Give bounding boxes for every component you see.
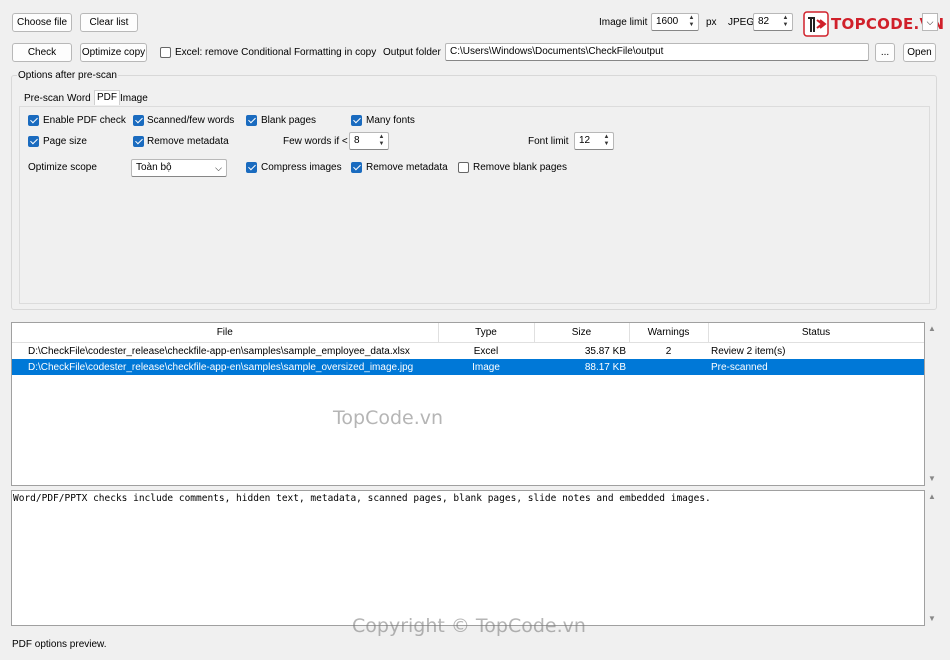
remove-metadata-optimize-checkbox[interactable] xyxy=(351,162,362,173)
details-textarea[interactable]: Word/PDF/PPTX checks include comments, h… xyxy=(11,490,925,626)
status-bar-text: PDF options preview. xyxy=(12,639,107,650)
blank-pages-label: Blank pages xyxy=(261,115,317,126)
details-scrollbar[interactable]: ▲ ▼ xyxy=(925,490,939,626)
enable-pdf-check-checkbox[interactable] xyxy=(28,115,39,126)
type-cell: Image xyxy=(438,359,534,375)
column-header-type[interactable]: Type xyxy=(438,323,535,343)
remove-metadata-checkbox[interactable] xyxy=(133,136,144,147)
scanned-few-words-checkbox[interactable] xyxy=(133,115,144,126)
column-header-size[interactable]: Size xyxy=(534,323,630,343)
remove-metadata-optimize-label: Remove metadata xyxy=(366,162,448,173)
few-words-spin-icon[interactable]: ▲ ▼ xyxy=(376,134,387,148)
compress-images-checkbox[interactable] xyxy=(246,162,257,173)
topcode-logo-icon xyxy=(803,11,829,37)
dropdown-chevron-down-icon[interactable]: ⌵ xyxy=(922,13,938,31)
few-words-input[interactable]: 8 ▲ ▼ xyxy=(349,132,389,150)
jpeg-spin-icon[interactable]: ▲ ▼ xyxy=(780,15,791,29)
image-limit-input[interactable]: 1600 ▲ ▼ xyxy=(651,13,699,31)
remove-blank-pages-checkbox[interactable] xyxy=(458,162,469,173)
size-cell: 35.87 KB xyxy=(584,345,626,357)
px-label: px xyxy=(706,17,717,28)
scroll-up-icon[interactable]: ▲ xyxy=(928,492,936,501)
file-path-cell: D:\CheckFile\codester_release\checkfile-… xyxy=(12,359,438,375)
watermark-center: TopCode.vn xyxy=(333,407,444,429)
font-limit-value: 12 xyxy=(579,135,591,146)
remove-blank-pages-label: Remove blank pages xyxy=(473,162,567,173)
browse-button[interactable]: ... xyxy=(875,43,895,62)
scroll-down-icon[interactable]: ▼ xyxy=(928,474,936,483)
optimize-scope-select[interactable]: Toàn bộ ⌵ xyxy=(131,159,227,177)
page-size-label: Page size xyxy=(43,136,87,147)
watermark-bottom: Copyright © TopCode.vn xyxy=(352,615,586,637)
open-button[interactable]: Open xyxy=(903,43,936,62)
output-folder-input[interactable]: C:\Users\Windows\Documents\CheckFile\out… xyxy=(445,43,869,61)
warnings-cell: 2 xyxy=(665,345,672,357)
scroll-up-icon[interactable]: ▲ xyxy=(928,324,936,333)
optimize-scope-chevron-down-icon: ⌵ xyxy=(215,163,222,173)
font-limit-input[interactable]: 12 ▲ ▼ xyxy=(574,132,614,150)
table-row[interactable]: D:\CheckFile\codester_release\checkfile-… xyxy=(12,343,924,360)
status-cell: Pre-scanned xyxy=(708,359,924,375)
warnings-cell xyxy=(629,359,708,375)
scanned-few-words-label: Scanned/few words xyxy=(147,115,235,126)
options-group-title: Options after pre-scan xyxy=(17,70,118,81)
choose-file-button[interactable]: Choose file xyxy=(12,13,72,32)
enable-pdf-check-label: Enable PDF check xyxy=(43,115,126,126)
tab-pre-scan[interactable]: Pre-scan xyxy=(24,92,64,106)
file-path-cell: D:\CheckFile\codester_release\checkfile-… xyxy=(28,345,410,357)
column-header-status[interactable]: Status xyxy=(708,323,924,343)
tab-pdf[interactable]: PDF xyxy=(94,90,120,105)
size-cell: 88.17 KB xyxy=(534,359,629,375)
compress-images-label: Compress images xyxy=(261,162,342,173)
excel-remove-cf-checkbox[interactable] xyxy=(160,47,171,58)
image-limit-value: 1600 xyxy=(656,16,679,27)
column-header-file[interactable]: File xyxy=(12,323,439,343)
scroll-down-icon[interactable]: ▼ xyxy=(928,614,936,623)
optimize-scope-value: Toàn bộ xyxy=(136,162,172,173)
jpeg-quality-value: 82 xyxy=(758,16,770,27)
clear-list-button[interactable]: Clear list xyxy=(80,13,138,32)
many-fonts-label: Many fonts xyxy=(366,115,415,126)
jpeg-label: JPEG xyxy=(728,17,755,28)
tab-image[interactable]: Image xyxy=(120,92,148,106)
font-limit-spin-icon[interactable]: ▲ ▼ xyxy=(601,134,612,148)
image-limit-label: Image limit xyxy=(599,17,648,28)
jpeg-quality-input[interactable]: 82 ▲ ▼ xyxy=(753,13,793,31)
output-folder-label: Output folder xyxy=(383,47,441,58)
table-row[interactable]: D:\CheckFile\codester_release\checkfile-… xyxy=(12,359,924,375)
file-table: File Type Size Warnings Status D:\CheckF… xyxy=(11,322,925,486)
topcode-logo: TOPCODE.VN xyxy=(803,10,944,38)
optimize-scope-label: Optimize scope xyxy=(28,162,97,173)
status-cell: Review 2 item(s) xyxy=(711,345,786,357)
page-size-checkbox[interactable] xyxy=(28,136,39,147)
column-header-warnings[interactable]: Warnings xyxy=(629,323,709,343)
type-cell: Excel xyxy=(473,345,499,357)
check-button[interactable]: Check xyxy=(12,43,72,62)
optimize-copy-button[interactable]: Optimize copy xyxy=(80,43,147,62)
table-scrollbar[interactable]: ▲ ▼ xyxy=(925,322,939,486)
excel-remove-cf-label: Excel: remove Conditional Formatting in … xyxy=(175,47,377,58)
details-text: Word/PDF/PPTX checks include comments, h… xyxy=(13,493,711,504)
few-words-value: 8 xyxy=(354,135,360,146)
blank-pages-checkbox[interactable] xyxy=(246,115,257,126)
many-fonts-checkbox[interactable] xyxy=(351,115,362,126)
remove-metadata-label: Remove metadata xyxy=(147,136,229,147)
image-limit-spin-icon[interactable]: ▲ ▼ xyxy=(686,15,697,29)
few-words-label: Few words if < xyxy=(283,136,348,147)
font-limit-label: Font limit xyxy=(528,136,569,147)
tab-word[interactable]: Word xyxy=(67,92,91,106)
